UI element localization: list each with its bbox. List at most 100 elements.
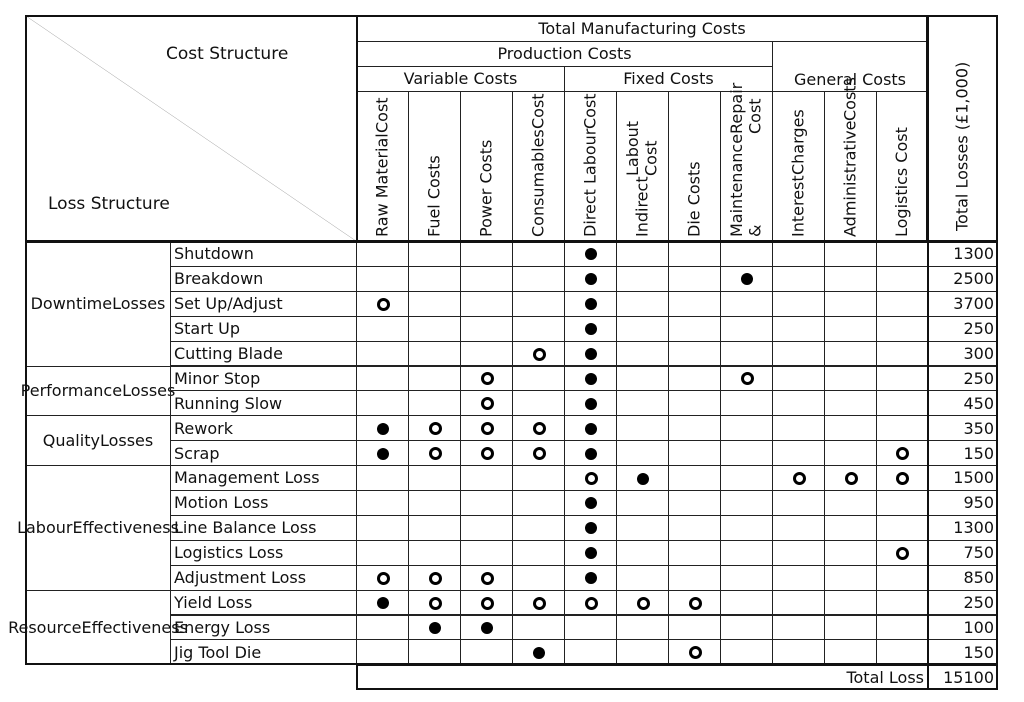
matrix-cell — [668, 614, 721, 641]
matrix-cell — [720, 440, 773, 467]
loss-category: Labour Effectiveness — [17, 465, 179, 591]
open-circle-icon — [896, 472, 909, 486]
loss-name-text: Running Slow — [174, 393, 283, 413]
label-line: Direct Labour — [580, 128, 600, 237]
cost-column-header: Die Costs — [668, 91, 721, 242]
matrix-cell — [668, 639, 721, 666]
matrix-cell — [824, 265, 877, 292]
matrix-cell — [408, 440, 461, 467]
matrix-cell — [720, 365, 773, 392]
loss-name: Rework — [170, 415, 357, 442]
label-line: Cost — [372, 97, 392, 134]
matrix-cell — [460, 440, 513, 467]
matrix-cell — [668, 265, 721, 292]
matrix-cell — [876, 465, 928, 491]
matrix-cell — [460, 415, 513, 442]
label-line: Die Costs — [684, 161, 704, 237]
matrix-cell — [512, 241, 565, 267]
matrix-cell — [356, 365, 409, 392]
matrix-cell — [408, 340, 461, 367]
row-total: 300 — [927, 340, 998, 367]
label-line: Cost — [528, 93, 548, 130]
matrix-cell — [824, 390, 877, 417]
matrix-cell — [876, 315, 928, 342]
matrix-cell — [564, 639, 617, 666]
matrix-cell — [512, 315, 565, 342]
row-total: 250 — [927, 365, 998, 392]
open-circle-icon — [376, 571, 390, 585]
row-total: 1300 — [927, 514, 998, 541]
row-total: 150 — [927, 639, 998, 666]
matrix-cell — [512, 639, 565, 666]
loss-name: Set Up/Adjust — [170, 290, 357, 317]
open-circle-icon — [844, 472, 858, 486]
matrix-cell — [876, 415, 928, 442]
row-total-text: 1300 — [953, 518, 994, 538]
matrix-cell — [668, 241, 721, 267]
matrix-cell — [616, 265, 669, 292]
loss-name: Adjustment Loss — [170, 564, 357, 591]
matrix-cell — [460, 490, 513, 516]
matrix-cell — [564, 440, 617, 467]
matrix-cell — [876, 340, 928, 367]
total-losses-header-text: Total Losses (£1,000) — [952, 61, 972, 231]
production-costs-header: Production Costs — [356, 41, 773, 67]
cost-column-header: Indirect Labout Cost — [616, 91, 669, 242]
row-total: 150 — [927, 440, 998, 467]
matrix-cell — [512, 514, 565, 541]
row-total: 950 — [927, 490, 998, 516]
matrix-cell — [564, 241, 617, 267]
matrix-cell — [668, 539, 721, 566]
row-total-text: 450 — [963, 393, 994, 413]
row-total: 750 — [927, 539, 998, 566]
matrix-cell — [512, 564, 565, 591]
row-total-text: 300 — [963, 343, 994, 363]
matrix-cell — [668, 589, 721, 616]
label-line: Quality — [42, 431, 100, 451]
matrix-cell — [616, 589, 669, 616]
matrix-cell — [720, 589, 773, 616]
row-total: 850 — [927, 564, 998, 591]
open-circle-icon — [428, 571, 442, 585]
label-line: Indirect — [632, 176, 652, 237]
matrix-cell — [564, 514, 617, 541]
matrix-cell — [616, 390, 669, 417]
matrix-cell — [616, 340, 669, 367]
open-circle-icon — [584, 472, 598, 486]
loss-name-text: Shutdown — [174, 244, 254, 264]
label-line: Performance — [20, 381, 123, 401]
matrix-cell — [408, 614, 461, 641]
loss-name: Logistics Loss — [170, 539, 357, 566]
loss-name: Line Balance Loss — [170, 514, 357, 541]
loss-name: Start Up — [170, 315, 357, 342]
matrix-cell — [616, 639, 669, 666]
filled-circle-icon — [585, 298, 597, 311]
matrix-cell — [720, 614, 773, 641]
matrix-cell — [460, 564, 513, 591]
total-loss-value: 15100 — [927, 664, 998, 691]
matrix-cell — [668, 415, 721, 442]
matrix-cell — [460, 539, 513, 566]
matrix-cell — [564, 390, 617, 417]
cost-column-header: Direct Labour Cost — [564, 91, 617, 242]
row-total-text: 150 — [963, 443, 994, 463]
filled-circle-icon — [481, 621, 493, 634]
matrix-cell — [564, 490, 617, 516]
matrix-cell — [720, 265, 773, 292]
row-total: 100 — [927, 614, 998, 641]
row-total: 1500 — [927, 465, 998, 491]
row-total: 3700 — [927, 290, 998, 317]
matrix-cell — [668, 315, 721, 342]
matrix-cell — [772, 614, 825, 641]
open-circle-icon — [480, 571, 494, 585]
matrix-cell — [356, 514, 409, 541]
matrix-cell — [772, 589, 825, 616]
matrix-cell — [356, 564, 409, 591]
matrix-cell — [408, 589, 461, 616]
label-line: Fuel Costs — [424, 155, 444, 237]
row-total-text: 750 — [963, 543, 994, 563]
open-circle-icon — [636, 596, 650, 610]
row-total-text: 250 — [963, 319, 994, 339]
open-circle-icon — [428, 447, 442, 461]
loss-name-text: Start Up — [174, 319, 241, 339]
